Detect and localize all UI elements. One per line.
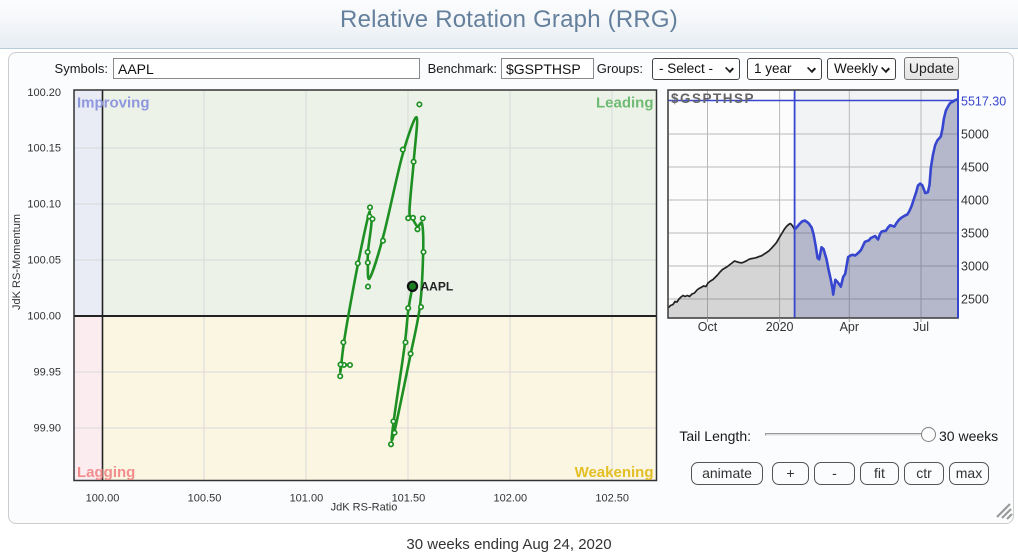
svg-text:5517.30: 5517.30 [961, 95, 1006, 109]
svg-text:JdK RS-Ratio: JdK RS-Ratio [331, 502, 398, 514]
svg-text:2020: 2020 [766, 320, 794, 334]
svg-text:2500: 2500 [961, 293, 989, 307]
svg-text:4500: 4500 [961, 161, 989, 175]
svg-text:Lagging: Lagging [77, 464, 135, 481]
svg-text:5000: 5000 [961, 128, 989, 142]
svg-text:100.10: 100.10 [27, 199, 61, 211]
svg-text:$GSPTHSP: $GSPTHSP [671, 91, 755, 106]
svg-text:100.15: 100.15 [27, 143, 61, 155]
svg-text:3500: 3500 [961, 227, 989, 241]
svg-text:3000: 3000 [961, 260, 989, 274]
svg-text:99.95: 99.95 [33, 367, 61, 379]
svg-text:101.00: 101.00 [290, 493, 324, 505]
svg-text:100.50: 100.50 [188, 493, 222, 505]
svg-text:102.50: 102.50 [595, 493, 629, 505]
svg-text:100.00: 100.00 [27, 311, 61, 323]
svg-text:Weakening: Weakening [575, 464, 654, 481]
svg-text:JdK RS-Momentum: JdK RS-Momentum [11, 214, 23, 310]
svg-text:Improving: Improving [77, 95, 150, 112]
svg-text:Apr: Apr [840, 320, 859, 334]
svg-text:102.00: 102.00 [493, 493, 527, 505]
svg-text:Leading: Leading [596, 95, 654, 112]
svg-text:100.00: 100.00 [86, 493, 120, 505]
svg-text:100.05: 100.05 [27, 255, 61, 267]
svg-text:4000: 4000 [961, 194, 989, 208]
svg-text:Jul: Jul [913, 320, 929, 334]
svg-text:99.90: 99.90 [33, 423, 61, 435]
svg-text:100.20: 100.20 [27, 87, 61, 99]
svg-text:Oct: Oct [698, 320, 718, 334]
svg-text:AAPL: AAPL [421, 280, 454, 294]
